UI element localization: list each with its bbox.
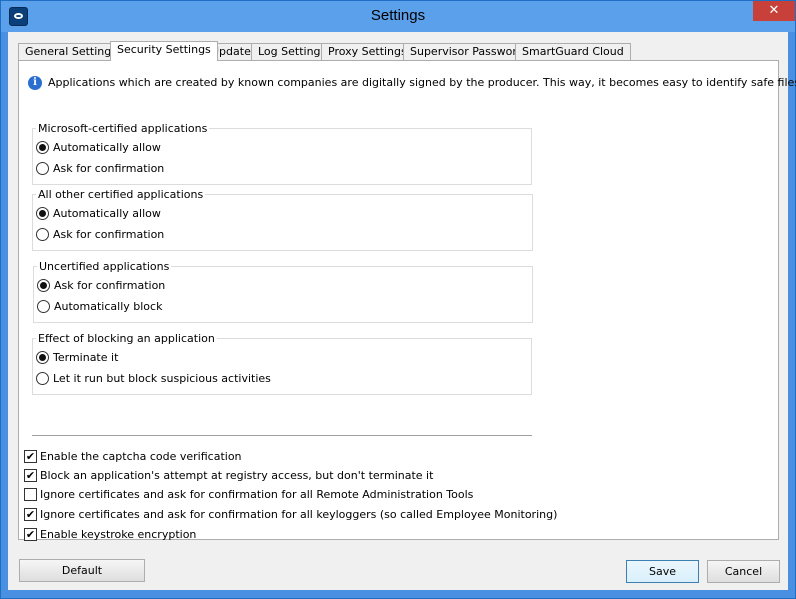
window-title: Settings bbox=[370, 7, 426, 24]
checkbox-label: Enable keystroke encryption bbox=[40, 528, 197, 541]
checkbox-captcha-verification[interactable]: ✔ Enable the captcha code verification bbox=[24, 450, 242, 463]
radio-unselected-icon[interactable] bbox=[37, 300, 50, 313]
tab-proxy-settings[interactable]: Proxy Settings bbox=[321, 43, 414, 60]
radio-label: Ask for confirmation bbox=[54, 279, 166, 292]
radio-selected-icon[interactable] bbox=[36, 207, 49, 220]
checkmark-icon[interactable]: ✔ bbox=[24, 528, 37, 541]
radio-uncert-ask-for-confirmation[interactable]: Ask for confirmation bbox=[37, 279, 165, 292]
group-title: All other certified applications bbox=[36, 188, 206, 201]
radio-other-ask-for-confirmation[interactable]: Ask for confirmation bbox=[36, 228, 164, 241]
tab-security-settings[interactable]: Security Settings bbox=[110, 41, 218, 61]
radio-ms-ask-for-confirmation[interactable]: Ask for confirmation bbox=[36, 162, 164, 175]
radio-selected-icon[interactable] bbox=[36, 351, 49, 364]
radio-uncert-automatically-block[interactable]: Automatically block bbox=[37, 300, 162, 313]
radio-unselected-icon[interactable] bbox=[36, 162, 49, 175]
checkmark-icon[interactable]: ✔ bbox=[24, 508, 37, 521]
radio-label: Let it run but block suspicious activiti… bbox=[53, 372, 271, 385]
info-icon: i bbox=[28, 76, 42, 90]
tab-smartguard-cloud[interactable]: SmartGuard Cloud bbox=[515, 43, 631, 60]
cancel-button[interactable]: Cancel bbox=[707, 560, 780, 583]
info-message: Applications which are created by known … bbox=[48, 76, 796, 89]
checkbox-label: Enable the captcha code verification bbox=[40, 450, 242, 463]
radio-ms-automatically-allow[interactable]: Automatically allow bbox=[36, 141, 161, 154]
dialog-body: General Settings Security Settings Updat… bbox=[8, 32, 796, 590]
group-title: Uncertified applications bbox=[37, 260, 172, 273]
radio-label: Automatically allow bbox=[53, 141, 161, 154]
radio-label: Automatically block bbox=[54, 300, 163, 313]
group-other-certified: All other certified applications Automat… bbox=[32, 188, 533, 251]
radio-unselected-icon[interactable] bbox=[36, 228, 49, 241]
checkmark-icon[interactable]: ✔ bbox=[24, 469, 37, 482]
security-settings-panel: i Applications which are created by know… bbox=[18, 60, 796, 541]
checkbox-label: Ignore certificates and ask for confirma… bbox=[40, 488, 474, 501]
checkbox-label: Block an application's attempt at regist… bbox=[40, 469, 434, 482]
group-microsoft-certified: Microsoft-certified applications Automat… bbox=[32, 122, 532, 185]
checkbox-ignore-certs-keyloggers[interactable]: ✔ Ignore certificates and ask for confir… bbox=[24, 508, 557, 521]
group-title: Effect of blocking an application bbox=[36, 332, 217, 345]
group-title: Microsoft-certified applications bbox=[36, 122, 210, 135]
radio-other-automatically-allow[interactable]: Automatically allow bbox=[36, 207, 161, 220]
radio-label: Automatically allow bbox=[53, 207, 161, 220]
radio-label: Ask for confirmation bbox=[53, 162, 165, 175]
radio-let-it-run[interactable]: Let it run but block suspicious activiti… bbox=[36, 372, 271, 385]
settings-window: Settings ✕ General Settings Security Set… bbox=[0, 0, 796, 599]
radio-label: Ask for confirmation bbox=[53, 228, 165, 241]
radio-unselected-icon[interactable] bbox=[36, 372, 49, 385]
group-blocking-effect: Effect of blocking an application Termin… bbox=[32, 332, 532, 395]
default-button[interactable]: Default bbox=[19, 559, 145, 582]
empty-checkbox-icon[interactable] bbox=[24, 488, 37, 501]
radio-selected-icon[interactable] bbox=[37, 279, 50, 292]
checkbox-ignore-certs-remote-admin[interactable]: Ignore certificates and ask for confirma… bbox=[24, 488, 473, 501]
radio-label: Terminate it bbox=[53, 351, 119, 364]
checkbox-block-registry-access[interactable]: ✔ Block an application's attempt at regi… bbox=[24, 469, 433, 482]
radio-terminate-it[interactable]: Terminate it bbox=[36, 351, 118, 364]
checkbox-label: Ignore certificates and ask for confirma… bbox=[40, 508, 558, 521]
divider bbox=[32, 435, 532, 437]
tab-general-settings[interactable]: General Settings bbox=[18, 43, 124, 60]
group-uncertified: Uncertified applications Ask for confirm… bbox=[33, 260, 533, 323]
radio-selected-icon[interactable] bbox=[36, 141, 49, 154]
checkmark-icon[interactable]: ✔ bbox=[24, 450, 37, 463]
title-bar[interactable]: Settings ✕ bbox=[1, 1, 795, 32]
checkbox-keystroke-encryption[interactable]: ✔ Enable keystroke encryption bbox=[24, 528, 196, 541]
save-button[interactable]: Save bbox=[626, 560, 699, 583]
tab-supervisor-password[interactable]: Supervisor Password bbox=[403, 43, 531, 60]
close-button[interactable]: ✕ bbox=[753, 1, 795, 21]
